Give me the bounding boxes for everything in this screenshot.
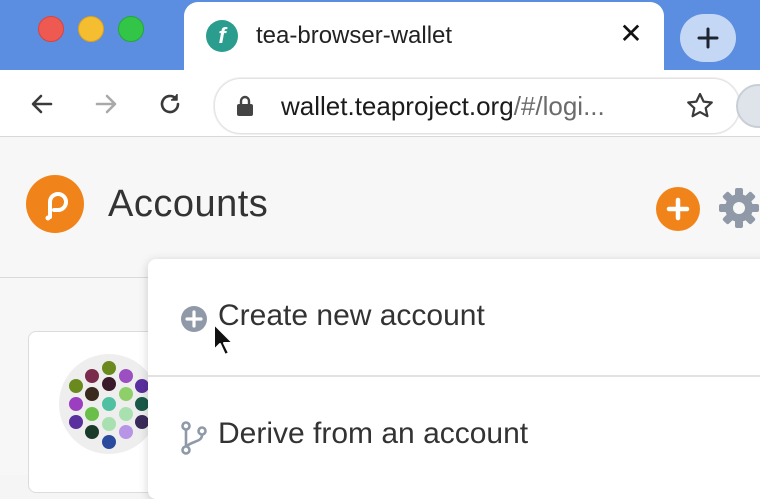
browser-toolbar: wallet.teaproject.org/#/logi... — [0, 70, 760, 137]
menu-item-label: Create new account — [218, 299, 485, 332]
branch-icon — [181, 421, 207, 455]
reload-button[interactable] — [150, 84, 190, 124]
browser-tab[interactable]: f tea-browser-wallet ✕ — [184, 2, 664, 72]
maximize-window-button[interactable] — [118, 16, 144, 42]
minimize-window-button[interactable] — [78, 16, 104, 42]
tab-favicon-icon: f — [206, 20, 238, 52]
url-text: wallet.teaproject.org/#/logi... — [281, 91, 605, 122]
mouse-cursor-icon — [213, 323, 234, 356]
url-path: /#/logi... — [513, 91, 605, 121]
add-account-menu: Create new account Derive from an accoun… — [148, 259, 760, 499]
menu-item-label: Derive from an account — [218, 417, 529, 450]
app-header: Accounts — [0, 137, 760, 278]
back-button[interactable] — [22, 84, 62, 124]
add-circle-icon — [666, 197, 690, 221]
tab-title: tea-browser-wallet — [256, 22, 453, 49]
close-window-button[interactable] — [38, 16, 64, 42]
profile-avatar[interactable] — [736, 84, 760, 128]
add-account-button[interactable] — [656, 187, 700, 231]
new-tab-button[interactable] — [680, 14, 736, 62]
wallet-app: Accounts Create new account Derive from … — [0, 137, 760, 499]
page-title: Accounts — [108, 183, 269, 225]
arrow-left-icon — [31, 94, 53, 114]
polkadot-logo-icon — [26, 175, 84, 233]
lock-icon — [237, 95, 253, 116]
gear-icon[interactable] — [716, 185, 760, 231]
plus-icon — [697, 27, 719, 49]
address-bar[interactable]: wallet.teaproject.org/#/logi... — [214, 78, 740, 134]
plus-circle-icon — [181, 306, 207, 332]
browser-titlebar: f tea-browser-wallet ✕ — [0, 0, 760, 72]
bookmark-star-icon[interactable] — [685, 91, 715, 121]
identicon-icon — [59, 354, 159, 454]
menu-item-derive-from-account[interactable]: Derive from an account — [148, 377, 760, 493]
tab-close-icon[interactable]: ✕ — [614, 16, 648, 50]
arrow-right-icon — [95, 94, 117, 114]
url-host: wallet.teaproject.org — [281, 91, 514, 121]
menu-item-create-new-account[interactable]: Create new account — [148, 259, 760, 377]
forward-button[interactable] — [86, 84, 126, 124]
reload-icon — [160, 94, 180, 114]
